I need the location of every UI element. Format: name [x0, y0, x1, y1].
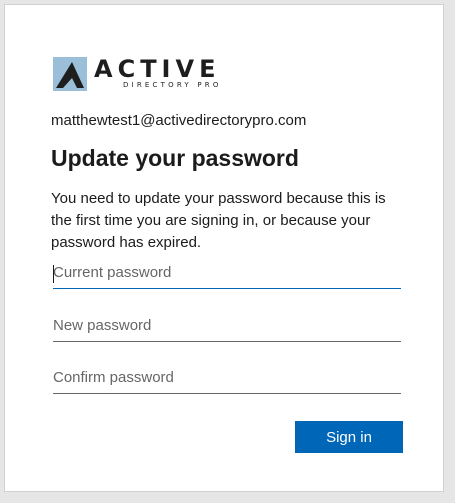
text-cursor	[53, 265, 54, 283]
logo-main-text: ACTIVE	[94, 55, 221, 83]
sign-in-button[interactable]: Sign in	[295, 421, 403, 453]
new-password-input[interactable]	[53, 310, 401, 342]
password-update-dialog: ACTIVE DIRECTORY PRO matthewtest1@active…	[4, 4, 444, 492]
confirm-password-input[interactable]	[53, 362, 401, 394]
description-text: You need to update your password because…	[51, 190, 386, 251]
logo-sub-text: DIRECTORY PRO	[123, 81, 222, 89]
current-password-input[interactable]	[53, 257, 401, 289]
logo-mark-icon	[53, 57, 87, 91]
page-title: Update your password	[51, 145, 299, 171]
account-email: matthewtest1@activedirectorypro.com	[51, 112, 307, 129]
company-logo: ACTIVE DIRECTORY PRO	[53, 57, 223, 91]
